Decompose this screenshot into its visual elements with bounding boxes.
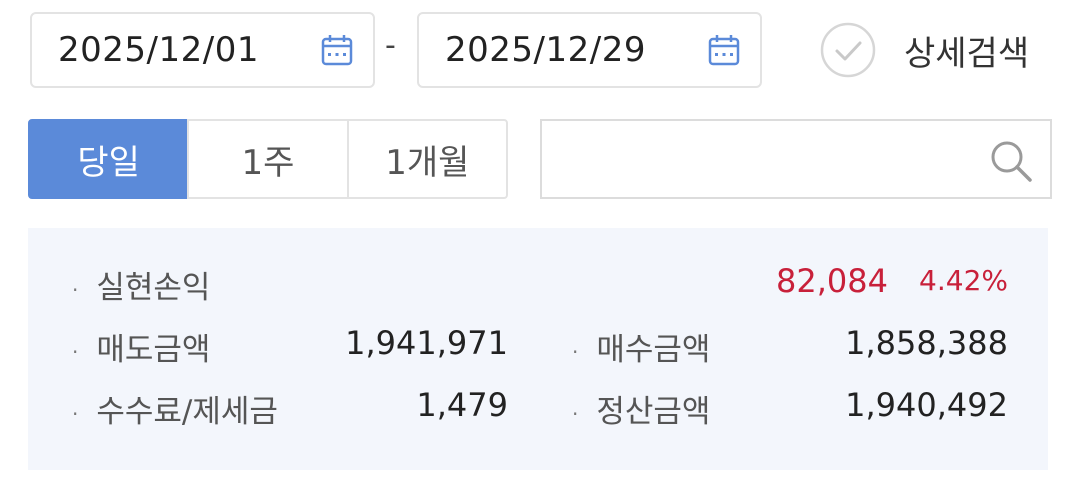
start-date-field[interactable]: 2025/12/01 (30, 12, 375, 88)
bullet: · (72, 401, 79, 426)
sell-amount-label: 매도금액 (96, 332, 211, 368)
realized-pnl-rate: 4.42% (919, 264, 1008, 297)
period-tabs: 당일 1주 1개월 (28, 119, 508, 199)
settlement-amount-value: 1,940,492 (845, 386, 1008, 424)
bullet: · (572, 339, 579, 364)
calendar-icon[interactable] (706, 32, 742, 68)
search-input[interactable] (540, 119, 1052, 199)
fees-taxes-value: 1,479 (416, 386, 508, 424)
settlement-amount-label: 정산금액 (596, 394, 711, 430)
buy-amount-value: 1,858,388 (845, 324, 1008, 362)
date-separator: - (385, 28, 396, 63)
realized-pnl-label: 실현손익 (96, 270, 211, 306)
detail-search-label: 상세검색 (904, 33, 1030, 74)
realized-pnl-value: 82,084 (776, 262, 888, 300)
tab-1-week[interactable]: 1주 (187, 119, 349, 199)
start-date-value: 2025/12/01 (58, 30, 259, 70)
tab-today[interactable]: 당일 (28, 119, 190, 199)
bullet: · (572, 401, 579, 426)
fees-taxes-label: 수수료/제세금 (96, 394, 278, 430)
realized-pnl-row: · 실현손익 82,084 4.42% (28, 262, 1048, 312)
bullet: · (72, 277, 79, 302)
profit-summary-panel: · 실현손익 82,084 4.42% · 매도금액 1,941,971 · 매수금액… (28, 228, 1048, 470)
sell-amount-value: 1,941,971 (345, 324, 508, 362)
check-circle-icon[interactable] (820, 22, 876, 78)
tab-1-month[interactable]: 1개월 (346, 119, 508, 199)
bullet: · (72, 339, 79, 364)
end-date-value: 2025/12/29 (445, 30, 646, 70)
end-date-field[interactable]: 2025/12/29 (417, 12, 762, 88)
amount-row-1: · 매도금액 1,941,971 · 매수금액 1,858,388 (28, 324, 1048, 374)
buy-amount-label: 매수금액 (596, 332, 711, 368)
detail-search-toggle[interactable]: 상세검색 (820, 22, 1029, 78)
calendar-icon[interactable] (319, 32, 355, 68)
search-icon[interactable] (988, 138, 1034, 184)
amount-row-2: · 수수료/제세금 1,479 · 정산금액 1,940,492 (28, 386, 1048, 436)
